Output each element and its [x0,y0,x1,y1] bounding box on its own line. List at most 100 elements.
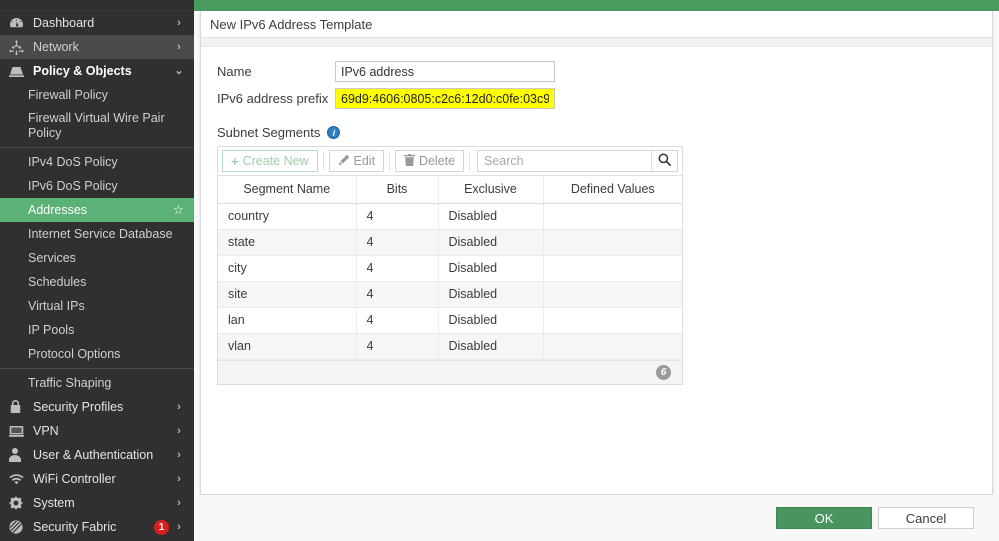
subnet-segments-section-title: Subnet Segments i [217,125,992,140]
cancel-button[interactable]: Cancel [878,507,974,529]
name-input[interactable] [335,61,555,82]
sidebar-item-label: Internet Service Database [28,227,173,242]
edit-label: Edit [354,154,376,168]
chevron-right-icon: › [174,474,184,485]
ipv6-address-prefix-label: IPv6 address prefix [217,91,335,106]
cell-bits: 4 [356,255,438,281]
sidebar-item-label: User & Authentication [33,448,174,462]
cell-defined-values [543,281,682,307]
cell-exclusive: Disabled [438,281,543,307]
sidebar-item-vpn[interactable]: VPN › [0,419,194,443]
sidebar-item-addresses[interactable]: Addresses ☆ [0,198,194,222]
cell-exclusive: Disabled [438,229,543,255]
main-navigation-sidebar: Dashboard › Network › Policy & Objects ⌄… [0,0,194,541]
column-header-bits[interactable]: Bits [356,176,438,203]
cell-exclusive: Disabled [438,255,543,281]
app-root: Dashboard › Network › Policy & Objects ⌄… [0,0,999,541]
sidebar-item-label: WiFi Controller [33,472,174,486]
user-icon [9,447,27,463]
sidebar-item-label: IP Pools [28,323,74,338]
sidebar-item-label: Services [28,251,76,266]
column-header-segment-name[interactable]: Segment Name [218,176,356,203]
ipv6-address-prefix-input[interactable] [335,88,555,109]
chevron-right-icon: › [174,426,184,437]
sidebar-item-label: Security Profiles [33,400,174,414]
sidebar-item-schedules[interactable]: Schedules [0,270,194,294]
sidebar-item-network[interactable]: Network › [0,35,194,59]
cell-defined-values [543,203,682,229]
sidebar-item-protocol-options[interactable]: Protocol Options [0,342,194,366]
sidebar-item-security-profiles[interactable]: Security Profiles › [0,395,194,419]
sidebar-item-wifi-controller[interactable]: WiFi Controller › [0,467,194,491]
status-badge: 1 [154,520,169,535]
table-row[interactable]: country 4 Disabled [218,203,682,229]
table-header-row: Segment Name Bits Exclusive Defined Valu… [218,176,682,203]
sidebar-item-internet-service-database[interactable]: Internet Service Database [0,222,194,246]
sidebar-item-policy-objects[interactable]: Policy & Objects ⌄ [0,59,194,83]
sidebar-item-label: VPN [33,424,174,438]
chevron-right-icon: › [174,498,184,509]
sidebar-item-services[interactable]: Services [0,246,194,270]
sidebar-item-label: Firewall Policy [28,88,108,103]
search-container [477,150,678,172]
column-header-defined-values[interactable]: Defined Values [543,176,682,203]
chevron-down-icon: ⌄ [174,66,184,77]
sidebar-item-dashboard[interactable]: Dashboard › [0,11,194,35]
sidebar-item-label: System [33,496,174,510]
search-input[interactable] [478,151,651,171]
prefix-field-row: IPv6 address prefix [217,88,992,109]
subnet-segments-table-container: + Create New Edit [217,146,683,385]
row-count-badge: 6 [656,365,671,380]
search-button[interactable] [651,151,677,171]
table-row[interactable]: state 4 Disabled [218,229,682,255]
sidebar-item-system[interactable]: System › [0,491,194,515]
toolbar-divider [469,152,470,170]
search-icon [658,153,671,169]
toolbar-divider [389,152,390,170]
delete-button[interactable]: Delete [395,150,464,172]
cell-bits: 4 [356,333,438,359]
sidebar-item-label: Protocol Options [28,347,120,362]
table-footer: 6 [218,360,682,384]
name-label: Name [217,64,335,79]
sidebar-item-label: Security Fabric [33,520,154,534]
sidebar-item-firewall-virtual-wire-pair-policy[interactable]: Firewall Virtual Wire Pair Policy [0,107,194,145]
sidebar-item-label: Schedules [28,275,86,290]
column-header-exclusive[interactable]: Exclusive [438,176,543,203]
sidebar-item-label: Dashboard [33,16,174,30]
cell-bits: 4 [356,281,438,307]
sidebar-item-label: Virtual IPs [28,299,85,314]
chevron-right-icon: › [174,18,184,29]
cell-segment-name: vlan [218,333,356,359]
ok-button[interactable]: OK [776,507,872,529]
dashboard-icon [9,15,27,31]
star-icon[interactable]: ☆ [173,203,184,218]
lock-icon [9,399,27,415]
page-title: New IPv6 Address Template [210,17,372,32]
cell-bits: 4 [356,203,438,229]
subnet-segments-toolbar: + Create New Edit [218,147,682,176]
sidebar-item-security-fabric[interactable]: Security Fabric 1 › [0,515,194,539]
sidebar-item-ipv6-dos-policy[interactable]: IPv6 DoS Policy [0,174,194,198]
cell-bits: 4 [356,229,438,255]
info-icon[interactable]: i [327,126,340,139]
policy-icon [9,63,27,79]
sidebar-item-user-authentication[interactable]: User & Authentication › [0,443,194,467]
sidebar-item-virtual-ips[interactable]: Virtual IPs [0,294,194,318]
create-new-button[interactable]: + Create New [222,150,318,172]
table-row[interactable]: vlan 4 Disabled [218,333,682,359]
sidebar-item-ipv4-dos-policy[interactable]: IPv4 DoS Policy [0,150,194,174]
table-row[interactable]: lan 4 Disabled [218,307,682,333]
table-row[interactable]: city 4 Disabled [218,255,682,281]
create-new-label: Create New [243,154,309,168]
toolbar-divider [323,152,324,170]
fabric-icon [9,519,27,535]
cell-exclusive: Disabled [438,307,543,333]
delete-label: Delete [419,154,455,168]
edit-button[interactable]: Edit [329,150,385,172]
sidebar-item-ip-pools[interactable]: IP Pools [0,318,194,342]
table-row[interactable]: site 4 Disabled [218,281,682,307]
sidebar-item-traffic-shaping[interactable]: Traffic Shaping [0,371,194,395]
cell-segment-name: lan [218,307,356,333]
sidebar-item-firewall-policy[interactable]: Firewall Policy [0,83,194,107]
